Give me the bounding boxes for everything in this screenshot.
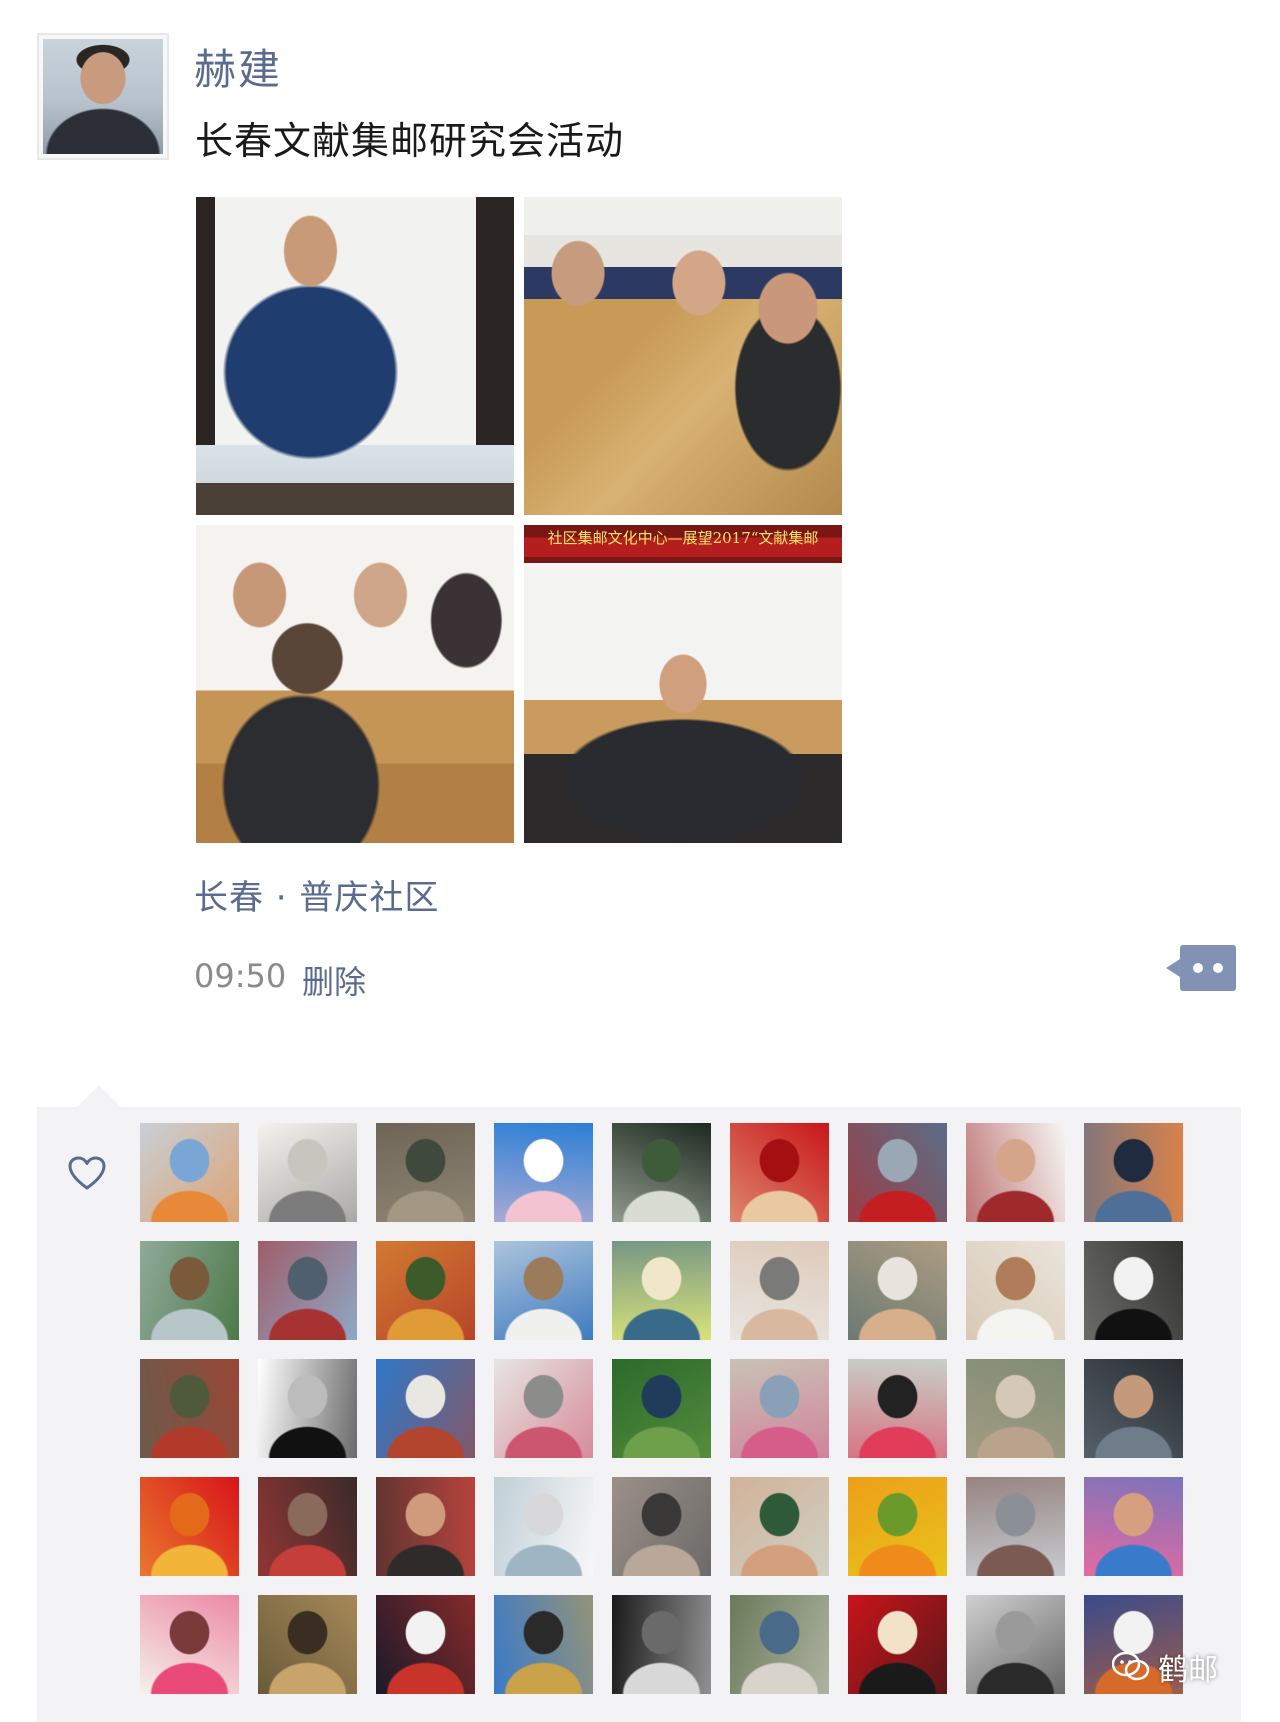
liker-avatar[interactable] (258, 1241, 357, 1340)
photo-2[interactable] (524, 197, 842, 515)
liker-avatar[interactable] (1084, 1241, 1183, 1340)
liker-avatar[interactable] (494, 1123, 593, 1222)
photo-grid: 社区集邮文化中心—展望2017“文献集邮 (196, 197, 842, 843)
post-text: 长春文献集邮研究会活动 (195, 119, 625, 163)
liker-avatar[interactable] (258, 1359, 357, 1458)
liker-avatar[interactable] (848, 1123, 947, 1222)
liker-avatar[interactable] (494, 1241, 593, 1340)
author-avatar-image (43, 39, 163, 154)
liker-avatar[interactable] (258, 1595, 357, 1694)
liker-avatar[interactable] (376, 1359, 475, 1458)
liker-avatar[interactable] (730, 1359, 829, 1458)
liker-avatar[interactable] (848, 1595, 947, 1694)
photo-1[interactable] (196, 197, 514, 515)
wechat-logo-icon (1112, 1651, 1150, 1681)
author-avatar[interactable] (37, 33, 169, 160)
liker-avatar[interactable] (966, 1477, 1065, 1576)
photo-4[interactable]: 社区集邮文化中心—展望2017“文献集邮 (524, 525, 842, 843)
liker-avatar[interactable] (848, 1359, 947, 1458)
liker-avatar[interactable] (966, 1595, 1065, 1694)
watermark-text: 鹤邮 (1158, 1653, 1218, 1688)
liker-avatar[interactable] (730, 1123, 829, 1222)
liker-avatar[interactable] (966, 1359, 1065, 1458)
liker-avatar[interactable] (612, 1241, 711, 1340)
photo-banner-text: 社区集邮文化中心—展望2017“文献集邮 (547, 529, 819, 547)
liker-avatar[interactable] (140, 1123, 239, 1222)
liker-avatar[interactable] (494, 1477, 593, 1576)
author-name[interactable]: 赫建 (194, 36, 282, 97)
liker-avatar[interactable] (612, 1595, 711, 1694)
liker-avatar[interactable] (376, 1241, 475, 1340)
liker-avatar[interactable] (258, 1477, 357, 1576)
liker-avatar[interactable] (730, 1241, 829, 1340)
dot-icon (1193, 963, 1203, 973)
liker-avatar-grid (140, 1123, 1183, 1694)
liker-avatar[interactable] (1084, 1477, 1183, 1576)
dot-icon (1213, 963, 1223, 973)
heart-icon (68, 1156, 106, 1190)
comment-button[interactable] (1166, 945, 1236, 991)
liker-avatar[interactable] (494, 1359, 593, 1458)
liker-avatar[interactable] (376, 1477, 475, 1576)
liker-avatar[interactable] (966, 1123, 1065, 1222)
liker-avatar[interactable] (1084, 1123, 1183, 1222)
liker-avatar[interactable] (376, 1123, 475, 1222)
watermark: 鹤邮 (1112, 1645, 1218, 1689)
delete-link[interactable]: 删除 (302, 957, 366, 1003)
likes-area (37, 1085, 1241, 1722)
photo-3[interactable] (196, 525, 514, 843)
liker-avatar[interactable] (140, 1359, 239, 1458)
liker-avatar[interactable] (1084, 1359, 1183, 1458)
liker-avatar[interactable] (258, 1123, 357, 1222)
liker-avatar[interactable] (848, 1241, 947, 1340)
location-link[interactable]: 长春 · 普庆社区 (194, 870, 439, 919)
liker-avatar[interactable] (612, 1123, 711, 1222)
liker-avatar[interactable] (494, 1595, 593, 1694)
liker-avatar[interactable] (140, 1477, 239, 1576)
liker-avatar[interactable] (140, 1241, 239, 1340)
post-time: 09:50 (194, 957, 287, 995)
liker-avatar[interactable] (848, 1477, 947, 1576)
liker-avatar[interactable] (612, 1477, 711, 1576)
liker-avatar[interactable] (966, 1241, 1065, 1340)
liker-avatar[interactable] (140, 1595, 239, 1694)
liker-avatar[interactable] (730, 1477, 829, 1576)
liker-avatar[interactable] (376, 1595, 475, 1694)
liker-avatar[interactable] (730, 1595, 829, 1694)
liker-avatar[interactable] (612, 1359, 711, 1458)
